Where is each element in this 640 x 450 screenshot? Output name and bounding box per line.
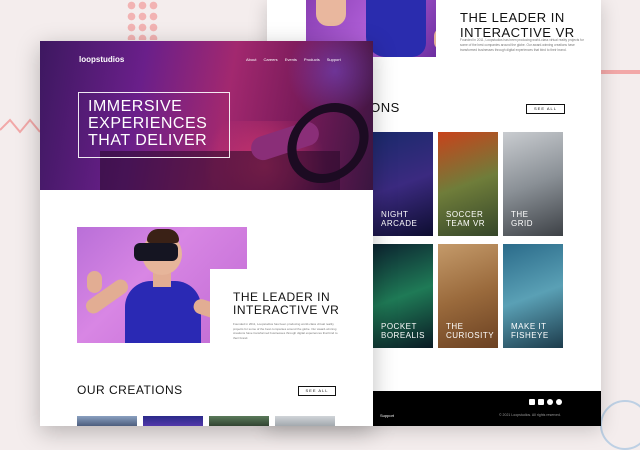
copyright: © 2021 Loopstudios. All rights reserved. <box>499 413 561 417</box>
creation-thumb[interactable] <box>209 416 269 426</box>
pinterest-icon[interactable] <box>547 399 553 405</box>
creations-heading: OUR CREATIONS <box>77 383 183 397</box>
creation-thumb[interactable] <box>275 416 335 426</box>
creation-card-the-grid[interactable]: THE GRID <box>503 132 563 236</box>
nav-about[interactable]: About <box>246 57 256 62</box>
leader-paragraph: Founded in 2011, Loopstudios has been pr… <box>233 322 338 340</box>
card-label: NIGHT ARCADE <box>381 210 418 228</box>
see-all-button[interactable]: SEE ALL <box>298 386 336 396</box>
decorative-ring <box>600 400 640 450</box>
creation-card-soccer-team-vr[interactable]: SOCCER TEAM VR <box>438 132 498 236</box>
card-label: SOCCER TEAM VR <box>446 210 486 228</box>
decorative-dots <box>126 0 160 40</box>
twitter-icon[interactable] <box>538 399 544 405</box>
creation-card-make-it-fisheye[interactable]: MAKE IT FISHEYE <box>503 244 563 348</box>
see-all-button[interactable]: SEE ALL <box>526 104 565 114</box>
creation-thumb[interactable] <box>77 416 137 426</box>
hero-section: loopstudios About Careers Events Product… <box>40 41 373 190</box>
nav-support[interactable]: Support <box>327 57 341 62</box>
front-mockup: loopstudios About Careers Events Product… <box>40 41 373 426</box>
leader-heading: THE LEADER IN INTERACTIVE VR <box>460 10 575 40</box>
nav-products[interactable]: Products <box>304 57 320 62</box>
card-label: MAKE IT FISHEYE <box>511 322 549 340</box>
creation-card-pocket-borealis[interactable]: POCKET BOREALIS <box>373 244 433 348</box>
leader-paragraph: Founded in 2011, Loopstudios has been pr… <box>460 38 584 52</box>
steering-wheel-image <box>280 103 373 183</box>
creation-thumb[interactable] <box>143 416 203 426</box>
hero-title: IMMERSIVE EXPERIENCES THAT DELIVER <box>88 98 208 149</box>
nav-careers[interactable]: Careers <box>263 57 277 62</box>
creation-card-night-arcade[interactable]: NIGHT ARCADE <box>373 132 433 236</box>
creation-card-the-curiosity[interactable]: THE CURIOSITY <box>438 244 498 348</box>
leader-heading: THE LEADER IN INTERACTIVE VR <box>233 290 340 317</box>
instagram-icon[interactable] <box>556 399 562 405</box>
decorative-bar <box>600 70 640 74</box>
social-links <box>529 399 562 405</box>
card-label: THE GRID <box>511 210 533 228</box>
card-label: POCKET BOREALIS <box>381 322 426 340</box>
footer-link-support[interactable]: Support <box>380 413 394 418</box>
nav-events[interactable]: Events <box>285 57 297 62</box>
main-nav: About Careers Events Products Support <box>246 57 341 62</box>
facebook-icon[interactable] <box>529 399 535 405</box>
card-label: THE CURIOSITY <box>446 322 495 340</box>
brand-logo[interactable]: loopstudios <box>79 55 124 64</box>
vr-headset-icon <box>134 243 178 261</box>
